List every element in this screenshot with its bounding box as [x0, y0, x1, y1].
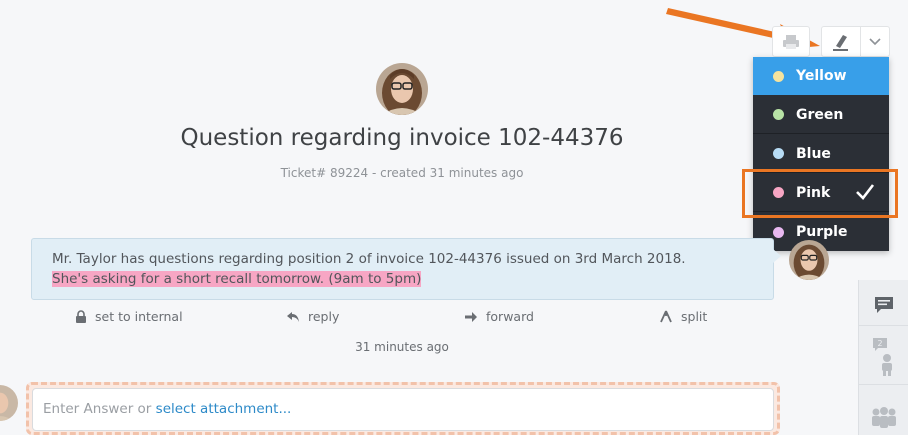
ticket-sidebar: 2 — [858, 280, 908, 435]
customer-icon: 2 — [873, 338, 892, 376]
highlight-button[interactable] — [821, 26, 861, 57]
checkmark-icon — [856, 184, 875, 200]
article-body: Mr. Taylor has questions regarding posit… — [31, 238, 781, 300]
organization-icon — [872, 407, 896, 428]
highlight-color-menu: Yellow Green Blue Pink Purple — [753, 57, 889, 251]
reply-input[interactable]: Enter Answer or select attachment... — [32, 388, 774, 431]
chevron-down-icon — [869, 37, 881, 45]
sidebar-divider — [859, 384, 908, 385]
ticket-meta: Ticket# 89224 - created 31 minutes ago — [280, 166, 524, 180]
person-avatar-icon — [789, 240, 829, 280]
person-avatar-icon — [376, 63, 428, 115]
toolbar-button[interactable] — [772, 26, 810, 57]
action-label: split — [681, 309, 708, 324]
customer-avatar[interactable] — [376, 63, 428, 115]
forward-arrow-icon — [465, 311, 477, 322]
menu-item-label: Pink — [796, 184, 831, 201]
menu-item-label: Yellow — [796, 68, 847, 84]
color-dot-icon — [773, 187, 784, 198]
sidebar-badge: 2 — [877, 339, 882, 348]
color-dot-icon — [773, 226, 784, 238]
action-label: reply — [308, 309, 340, 324]
article-author-avatar[interactable] — [789, 240, 829, 280]
sidebar-tab-customer[interactable]: 2 — [859, 332, 908, 382]
menu-item-label: Purple — [796, 224, 848, 240]
reply-icon — [287, 311, 299, 322]
sidebar-divider — [859, 325, 908, 326]
lock-icon — [76, 310, 86, 323]
select-attachment-link[interactable]: select attachment... — [156, 401, 292, 417]
person-avatar-icon — [0, 385, 18, 421]
highlight-dropdown-toggle[interactable] — [860, 26, 890, 57]
split-icon — [660, 310, 672, 323]
set-internal-action[interactable]: set to internal — [75, 309, 183, 324]
chat-icon — [875, 297, 893, 313]
highlighter-icon — [833, 34, 848, 51]
highlighted-text: She's asking for a short recall tomorrow… — [52, 271, 422, 287]
split-action[interactable]: split — [659, 309, 707, 324]
forward-action[interactable]: forward — [464, 309, 534, 324]
article-timestamp: 31 minutes ago — [355, 340, 449, 354]
menu-item-yellow[interactable]: Yellow — [753, 57, 889, 95]
color-dot-icon — [773, 109, 784, 120]
ticket-title: Question regarding invoice 102-44376 — [180, 125, 624, 151]
agent-avatar[interactable] — [0, 385, 18, 421]
sidebar-tab-ticket[interactable] — [859, 280, 908, 330]
sidebar-tab-organization[interactable] — [859, 394, 908, 435]
reply-placeholder: Enter Answer or — [43, 401, 152, 417]
article-line: Mr. Taylor has questions regarding posit… — [52, 251, 686, 267]
reply-action[interactable]: reply — [286, 309, 339, 324]
color-dot-icon — [773, 70, 784, 82]
print-icon — [783, 34, 799, 49]
action-label: set to internal — [95, 309, 183, 324]
action-label: forward — [486, 309, 534, 324]
menu-item-label: Green — [796, 106, 844, 123]
